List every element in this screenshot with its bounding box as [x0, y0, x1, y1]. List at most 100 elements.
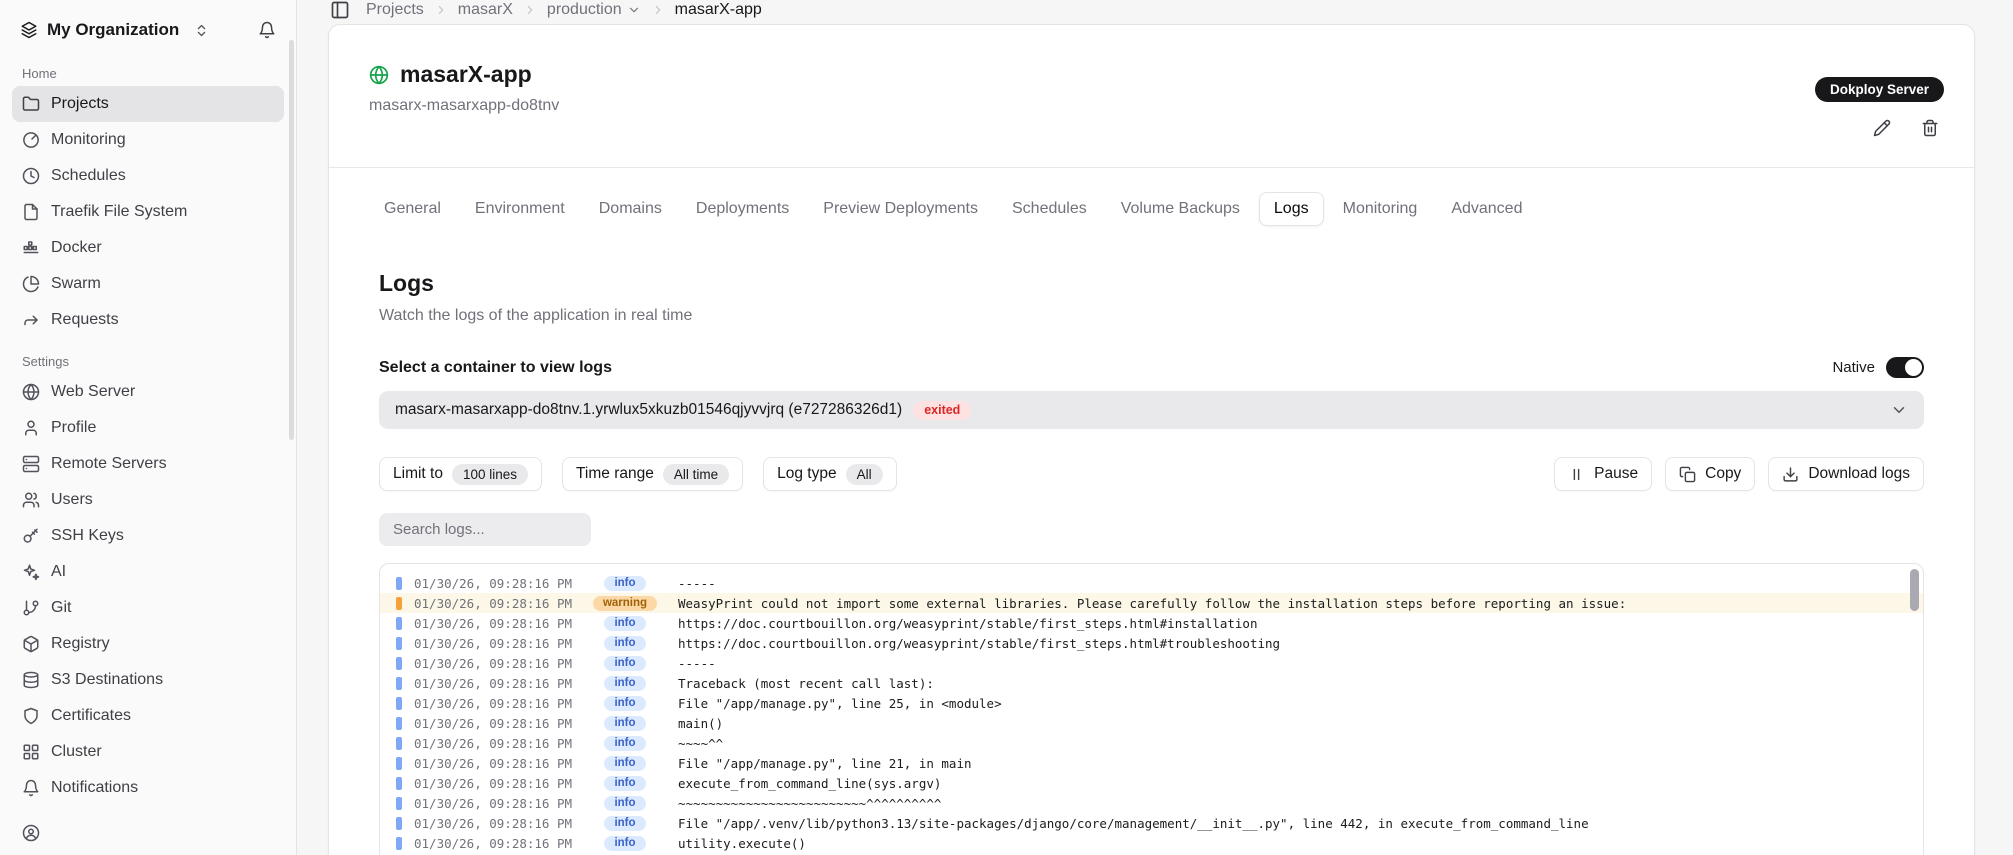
- pause-icon: [1568, 466, 1585, 483]
- sidebar-item-ssh-keys[interactable]: SSH Keys: [12, 518, 284, 554]
- log-message: File "/app/.venv/lib/python3.13/site-pac…: [678, 816, 1589, 831]
- app-identity: masarX-app masarx-masarxapp-do8tnv: [369, 61, 559, 137]
- log-level-bar: [396, 777, 402, 790]
- sparkles-icon: [22, 563, 40, 581]
- breadcrumb-environment-dropdown[interactable]: production: [547, 1, 641, 19]
- pause-button[interactable]: Pause: [1554, 457, 1652, 491]
- forward-arrow-icon: [22, 311, 40, 329]
- filter-button[interactable]: Limit to 100 lines: [379, 457, 542, 491]
- sidebar-item-cluster[interactable]: Cluster: [12, 734, 284, 770]
- sidebar-item-certificates[interactable]: Certificates: [12, 698, 284, 734]
- org-logo-icon: [20, 21, 38, 39]
- sidebar-item-label: Projects: [51, 95, 109, 113]
- org-switcher[interactable]: My Organization: [20, 20, 209, 40]
- sidebar-item-monitoring[interactable]: Monitoring: [12, 122, 284, 158]
- log-level-bar: [396, 837, 402, 850]
- pencil-icon: [1873, 119, 1891, 137]
- sidebar-item-requests[interactable]: Requests: [12, 302, 284, 338]
- log-level-badge: info: [604, 736, 645, 751]
- sidebar-item-projects[interactable]: Projects: [12, 86, 284, 122]
- chevron-down-icon: [1890, 401, 1908, 419]
- sidebar-item-traefik-file-system[interactable]: Traefik File System: [12, 194, 284, 230]
- sidebar-item-profile[interactable]: Profile: [12, 410, 284, 446]
- tab[interactable]: Logs: [1259, 192, 1324, 226]
- log-message: -----: [678, 576, 716, 591]
- sidebar-item-schedules[interactable]: Schedules: [12, 158, 284, 194]
- app-root: My Organization Home Projects Monitoring…: [0, 0, 2013, 855]
- tab[interactable]: General: [369, 192, 456, 226]
- copy-label: Copy: [1705, 465, 1741, 483]
- tab[interactable]: Volume Backups: [1106, 192, 1255, 226]
- log-level-badge: warning: [593, 596, 657, 611]
- tab[interactable]: Monitoring: [1328, 192, 1433, 226]
- tab[interactable]: Schedules: [997, 192, 1102, 226]
- download-icon: [1782, 466, 1799, 483]
- log-level-bar: [396, 597, 402, 610]
- sidebar-item-notifications[interactable]: Notifications: [12, 770, 284, 806]
- toggle-knob: [1905, 359, 1922, 376]
- breadcrumb-environment-label: production: [547, 1, 622, 19]
- log-level-badge: info: [604, 816, 645, 831]
- log-message: ~~~~^^: [678, 736, 723, 751]
- log-level-bar: [396, 697, 402, 710]
- breadcrumb-projects[interactable]: Projects: [366, 1, 424, 19]
- sidebar-item-remote-servers[interactable]: Remote Servers: [12, 446, 284, 482]
- log-level-badge: info: [604, 636, 645, 651]
- sidebar-toggle-button[interactable]: [330, 0, 350, 20]
- download-logs-button[interactable]: Download logs: [1768, 457, 1924, 491]
- card-header: masarX-app masarx-masarxapp-do8tnv Dokpl…: [329, 25, 1974, 168]
- sidebar-item-users[interactable]: Users: [12, 482, 284, 518]
- sidebar-item-label: Cluster: [51, 743, 102, 761]
- log-message: File "/app/manage.py", line 25, in <modu…: [678, 696, 1002, 711]
- sidebar-scrollbar[interactable]: [289, 40, 294, 440]
- search-logs-input[interactable]: [379, 513, 591, 546]
- copy-icon: [1679, 466, 1696, 483]
- log-level-badge: info: [604, 616, 645, 631]
- tab[interactable]: Deployments: [681, 192, 804, 226]
- sidebar-item-web-server[interactable]: Web Server: [12, 374, 284, 410]
- delete-button[interactable]: [1921, 119, 1939, 137]
- sidebar-item-label: Notifications: [51, 779, 138, 797]
- shield-icon: [22, 707, 40, 725]
- edit-button[interactable]: [1873, 119, 1891, 137]
- filter-button[interactable]: Time range All time: [562, 457, 743, 491]
- log-message: File "/app/manage.py", line 21, in main: [678, 756, 972, 771]
- sidebar-item-label: Profile: [51, 419, 96, 437]
- folder-icon: [22, 95, 40, 113]
- container-select-value: masarx-masarxapp-do8tnv.1.yrwlux5xkuzb01…: [395, 401, 902, 419]
- filter-value-badge: All: [846, 464, 883, 485]
- log-level-bar: [396, 677, 402, 690]
- sidebar-item-registry[interactable]: Registry: [12, 626, 284, 662]
- sidebar-item-docker[interactable]: Docker: [12, 230, 284, 266]
- log-timestamp: 01/30/26, 09:28:16 PM: [414, 596, 586, 611]
- sidebar-item-label: Docker: [51, 239, 102, 257]
- sidebar-item-label: Swarm: [51, 275, 101, 293]
- sidebar-item-s3-destinations[interactable]: S3 Destinations: [12, 662, 284, 698]
- filter-value-badge: All time: [663, 464, 729, 485]
- sidebar-item-swarm[interactable]: Swarm: [12, 266, 284, 302]
- chevron-right-icon: [651, 3, 665, 17]
- container-select[interactable]: masarx-masarxapp-do8tnv.1.yrwlux5xkuzb01…: [379, 391, 1924, 429]
- notifications-bell-button[interactable]: [258, 21, 276, 39]
- copy-button[interactable]: Copy: [1665, 457, 1755, 491]
- breadcrumb-project[interactable]: masarX: [458, 1, 513, 19]
- sidebar-item-label: Traefik File System: [51, 203, 187, 221]
- app-globe-icon: [369, 65, 389, 85]
- sidebar-item-git[interactable]: Git: [12, 590, 284, 626]
- log-scrollbar[interactable]: [1910, 569, 1919, 611]
- log-row: 01/30/26, 09:28:16 PM info main(): [380, 713, 1923, 733]
- tab[interactable]: Advanced: [1436, 192, 1537, 226]
- filter-button[interactable]: Log type All: [763, 457, 896, 491]
- tab[interactable]: Environment: [460, 192, 580, 226]
- filter-value-badge: 100 lines: [452, 464, 528, 485]
- tab[interactable]: Preview Deployments: [808, 192, 993, 226]
- bell-icon: [22, 779, 40, 797]
- tab[interactable]: Domains: [584, 192, 677, 226]
- log-level-badge: info: [604, 696, 645, 711]
- sidebar-item-label: Users: [51, 491, 93, 509]
- sidebar-section-settings: Settings: [12, 354, 284, 369]
- sidebar-footer[interactable]: [12, 824, 284, 842]
- log-timestamp: 01/30/26, 09:28:16 PM: [414, 716, 586, 731]
- sidebar-item-ai[interactable]: AI: [12, 554, 284, 590]
- native-toggle[interactable]: [1886, 357, 1924, 378]
